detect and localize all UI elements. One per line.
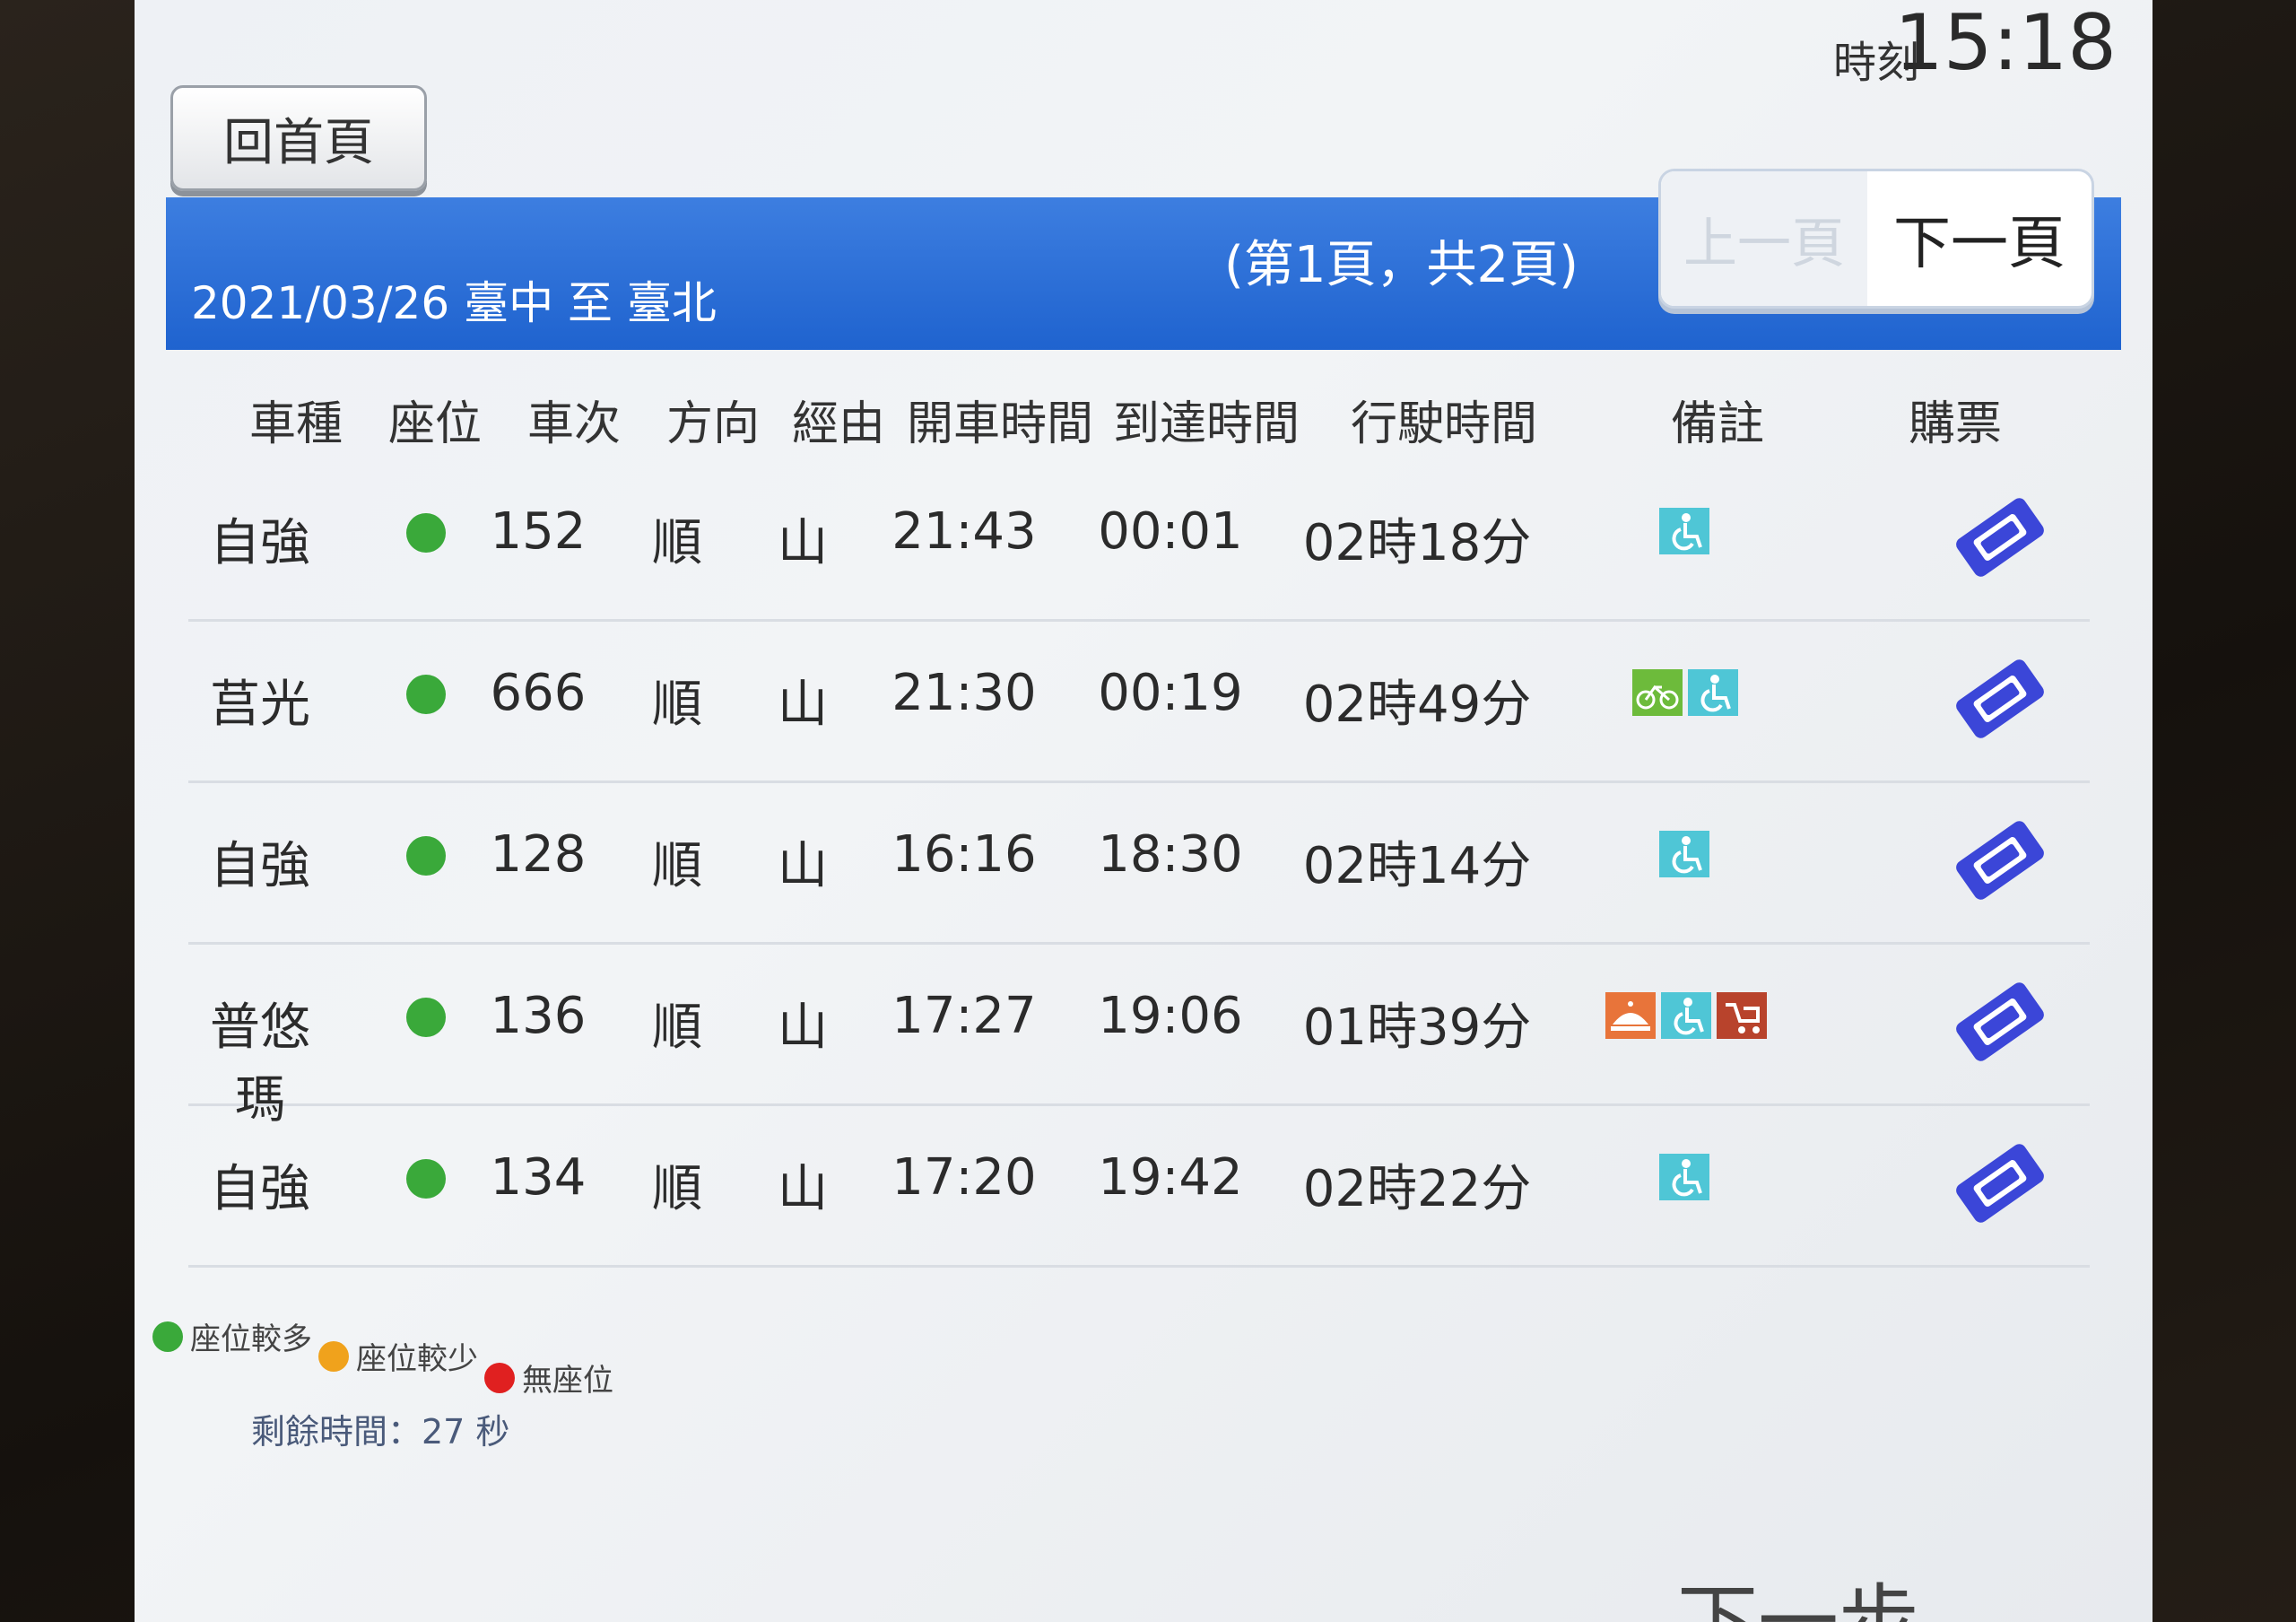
- legend-item: 座位較多: [152, 1314, 312, 1358]
- cell-via: 山: [778, 998, 828, 1057]
- cell-type: 自強: [210, 837, 310, 895]
- cell-direction: 順: [652, 1160, 702, 1218]
- cell-direction: 順: [652, 837, 702, 895]
- cell-arrive: 19:42: [1098, 1148, 1243, 1207]
- route-title: 2021/03/26 臺中 至 臺北: [191, 277, 717, 329]
- table-header: 車種 座位 車次 方向 經由 開車時間 到達時間 行駛時間 備註 購票: [170, 386, 2108, 467]
- cell-via: 山: [778, 676, 828, 734]
- cell-duration: 02時22分: [1302, 1160, 1532, 1218]
- buy-ticket-icon[interactable]: [1946, 1134, 2054, 1233]
- buy-ticket-icon[interactable]: [1946, 811, 2054, 910]
- cell-duration: 02時18分: [1302, 514, 1532, 572]
- cell-type: 普悠瑪: [210, 998, 310, 1129]
- header-direction: 方向: [665, 397, 760, 451]
- cell-duration: 02時49分: [1302, 676, 1532, 734]
- next-page-button[interactable]: 下一頁: [1867, 171, 2092, 306]
- table-row[interactable]: 莒光 666 順 山 21:30 00:19 02時49分: [188, 628, 2090, 783]
- wheelchair-icon: [1661, 992, 1711, 1039]
- buy-ticket-icon[interactable]: [1946, 972, 2054, 1071]
- header-arrive: 到達時間: [1112, 397, 1300, 451]
- cell-arrive: 00:19: [1098, 664, 1243, 722]
- bicycle-icon: [1632, 669, 1683, 716]
- header-notes: 備註: [1670, 397, 1764, 451]
- cell-type: 自強: [210, 514, 310, 572]
- header-via: 經由: [791, 397, 885, 451]
- clock-time: 15:18: [1894, 0, 2117, 88]
- seat-availability-dot: [406, 675, 446, 714]
- notes-icons: [1632, 669, 1738, 716]
- cell-via: 山: [778, 837, 828, 895]
- prev-page-button[interactable]: 上一頁: [1661, 171, 1867, 306]
- cell-arrive: 00:01: [1098, 502, 1243, 561]
- header-buy: 購票: [1908, 397, 2002, 451]
- page-indicator: (第1頁，共2頁): [1224, 236, 1578, 294]
- home-button[interactable]: 回首頁: [170, 85, 427, 191]
- cell-train: 128: [490, 825, 587, 884]
- seat-availability-dot: [406, 836, 446, 876]
- cell-via: 山: [778, 1160, 828, 1218]
- cell-depart: 21:30: [891, 664, 1037, 722]
- cell-duration: 02時14分: [1302, 837, 1532, 895]
- table-row[interactable]: 自強 128 順 山 16:16 18:30 02時14分: [188, 789, 2090, 945]
- wheelchair-icon: [1659, 831, 1709, 877]
- kiosk-screen: 時刻 15:18 回首頁 2021/03/26 臺中 至 臺北 (第1頁，共2頁…: [135, 0, 2152, 1622]
- cell-depart: 16:16: [891, 825, 1037, 884]
- cell-direction: 順: [652, 676, 702, 734]
- table-row[interactable]: 自強 134 順 山 17:20 19:42 02時22分: [188, 1112, 2090, 1268]
- cell-arrive: 18:30: [1098, 825, 1243, 884]
- cell-depart: 17:27: [891, 987, 1037, 1045]
- legend-item: 無座位: [484, 1356, 613, 1400]
- buy-ticket-icon[interactable]: [1946, 650, 2054, 748]
- header-depart: 開車時間: [906, 397, 1093, 451]
- route-bar: 2021/03/26 臺中 至 臺北 (第1頁，共2頁) 上一頁 下一頁: [166, 169, 2121, 350]
- notes-icons: [1659, 1154, 1709, 1200]
- notes-icons: [1659, 831, 1709, 877]
- table-row[interactable]: 普悠瑪 136 順 山 17:27 19:06 01時39分: [188, 951, 2090, 1129]
- cell-type: 自強: [210, 1160, 310, 1218]
- notes-icons: [1605, 992, 1767, 1039]
- seat-availability-dot: [406, 1159, 446, 1199]
- cell-depart: 21:43: [891, 502, 1037, 561]
- header-duration: 行駛時間: [1350, 397, 1537, 451]
- cell-train: 152: [490, 502, 587, 561]
- cell-train: 666: [490, 664, 587, 722]
- notes-icons: [1659, 508, 1709, 554]
- cell-train: 136: [490, 987, 587, 1045]
- cell-direction: 順: [652, 998, 702, 1057]
- stroller-icon: [1717, 992, 1767, 1039]
- legend-dot-few: [318, 1340, 349, 1372]
- remaining-time: 剩餘時間：27 秒: [251, 1412, 510, 1452]
- cell-via: 山: [778, 514, 828, 572]
- buy-ticket-icon[interactable]: [1946, 488, 2054, 587]
- cell-type: 莒光: [210, 676, 310, 734]
- cell-direction: 順: [652, 514, 702, 572]
- legend-item: 座位較少: [318, 1334, 478, 1378]
- wheelchair-icon: [1659, 508, 1709, 554]
- seat-availability-dot: [406, 513, 446, 553]
- header-train-type: 車種: [248, 397, 343, 451]
- cell-arrive: 19:06: [1098, 987, 1243, 1045]
- wheelchair-icon: [1688, 669, 1738, 716]
- next-step-button[interactable]: 下一步: [1677, 1557, 1919, 1622]
- meal-icon: [1605, 992, 1656, 1039]
- header-train-no: 車次: [526, 397, 621, 451]
- cell-train: 134: [490, 1148, 587, 1207]
- table-row[interactable]: 自強 152 順 山 21:43 00:01 02時18分: [188, 467, 2090, 622]
- legend-dot-many: [152, 1321, 183, 1352]
- legend-label: 座位較多: [190, 1321, 312, 1357]
- legend-dot-none: [484, 1362, 515, 1393]
- legend-label: 座位較少: [356, 1341, 478, 1377]
- cell-duration: 01時39分: [1302, 998, 1532, 1057]
- header-seat: 座位: [387, 397, 482, 451]
- cell-depart: 17:20: [891, 1148, 1037, 1207]
- seat-availability-dot: [406, 998, 446, 1037]
- wheelchair-icon: [1659, 1154, 1709, 1200]
- legend-label: 無座位: [522, 1363, 613, 1399]
- pager: 上一頁 下一頁: [1658, 169, 2094, 309]
